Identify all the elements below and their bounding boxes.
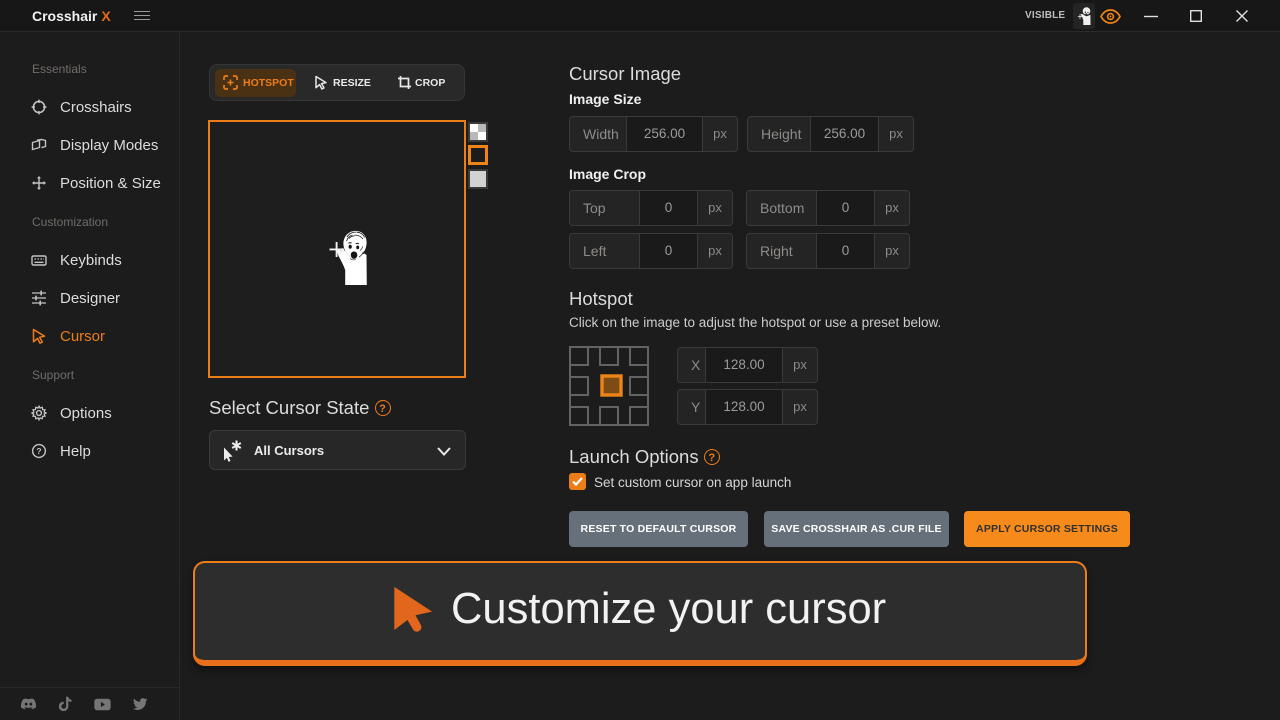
svg-text:?: ? [36,446,41,456]
